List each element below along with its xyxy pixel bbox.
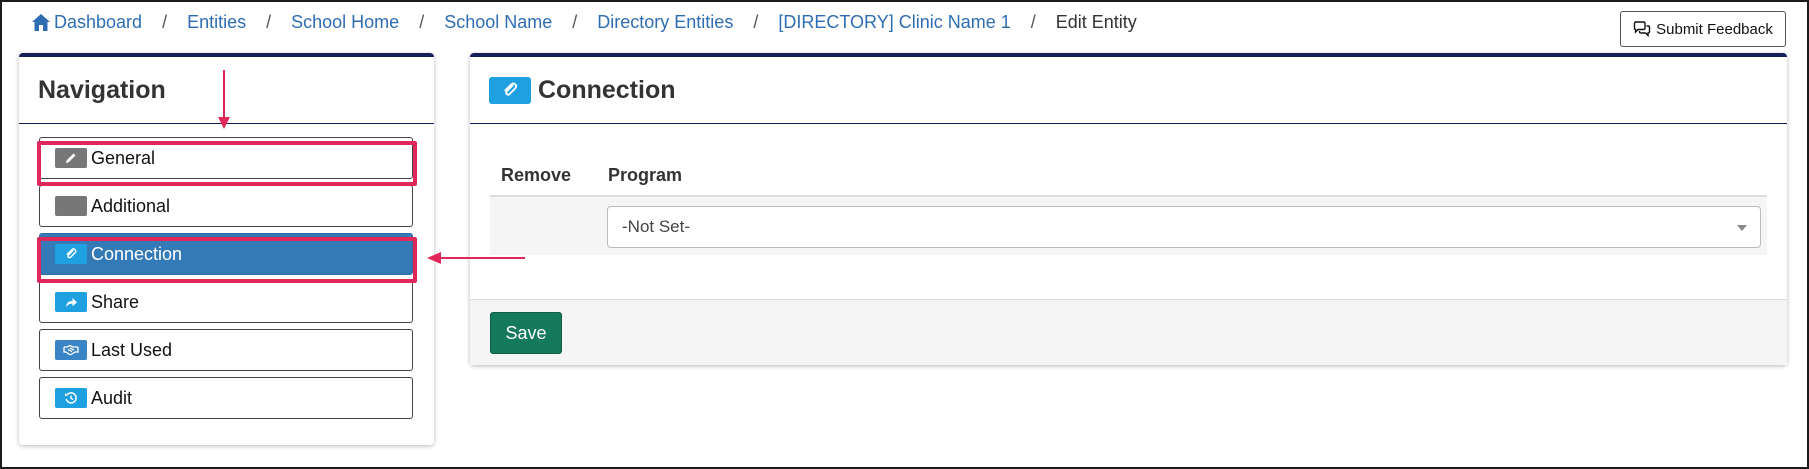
- nav-item-audit[interactable]: Audit: [39, 377, 413, 419]
- nav-item-label: Audit: [91, 387, 133, 408]
- chat-bubbles-icon: [1633, 21, 1651, 37]
- home-icon[interactable]: [31, 13, 51, 32]
- connection-table-header: Remove Program: [490, 155, 1767, 197]
- breadcrumb-separator: /: [753, 12, 759, 32]
- breadcrumb-entities[interactable]: Entities: [187, 12, 246, 33]
- connection-header: Connection: [470, 57, 1787, 124]
- nav-item-label: Share: [91, 291, 140, 312]
- nav-item-label: Additional: [91, 195, 171, 216]
- breadcrumb-separator: /: [1030, 12, 1036, 32]
- nav-item-last-used[interactable]: Last Used: [39, 329, 413, 371]
- breadcrumb-separator: /: [266, 12, 272, 32]
- breadcrumb-separator: /: [419, 12, 425, 32]
- program-select-value: -Not Set-: [622, 217, 691, 236]
- highlight-box-connection: [37, 237, 417, 283]
- column-header-program: Program: [608, 164, 683, 185]
- nav-item-share[interactable]: Share: [39, 281, 413, 323]
- table-row: -Not Set-: [490, 197, 1767, 255]
- breadcrumb: Dashboard / Entities / School Home / Sch…: [31, 12, 1137, 33]
- caret-down-icon: [1737, 225, 1747, 231]
- breadcrumb-clinic-name[interactable]: [DIRECTORY] Clinic Name 1: [778, 12, 1010, 33]
- connection-title: Connection: [538, 75, 676, 104]
- history-icon: [55, 388, 87, 408]
- submit-feedback-button[interactable]: Submit Feedback: [1620, 11, 1786, 47]
- breadcrumb-school-home[interactable]: School Home: [291, 12, 399, 33]
- paperclip-icon: [489, 76, 531, 104]
- breadcrumb-school-name[interactable]: School Name: [444, 12, 552, 33]
- handshake-icon: [55, 340, 87, 360]
- program-select[interactable]: -Not Set-: [607, 206, 1761, 248]
- blank-icon: [55, 196, 87, 216]
- column-header-remove: Remove: [501, 164, 572, 185]
- submit-feedback-label: Submit Feedback: [1656, 20, 1773, 38]
- nav-item-label: Last Used: [91, 339, 173, 360]
- nav-item-additional[interactable]: Additional: [39, 185, 413, 227]
- breadcrumb-current: Edit Entity: [1055, 12, 1137, 32]
- breadcrumb-separator: /: [572, 12, 578, 32]
- connection-panel: Connection Remove Program -Not Set- Save: [470, 53, 1787, 365]
- breadcrumb-separator: /: [162, 12, 168, 32]
- breadcrumb-directory-entities[interactable]: Directory Entities: [597, 12, 733, 33]
- save-button[interactable]: Save: [490, 312, 562, 354]
- panel-footer: Save: [470, 299, 1787, 365]
- highlight-box-general: [37, 141, 417, 186]
- navigation-title: Navigation: [19, 57, 434, 124]
- share-arrow-icon: [55, 292, 87, 312]
- breadcrumb-dashboard[interactable]: Dashboard: [54, 12, 142, 33]
